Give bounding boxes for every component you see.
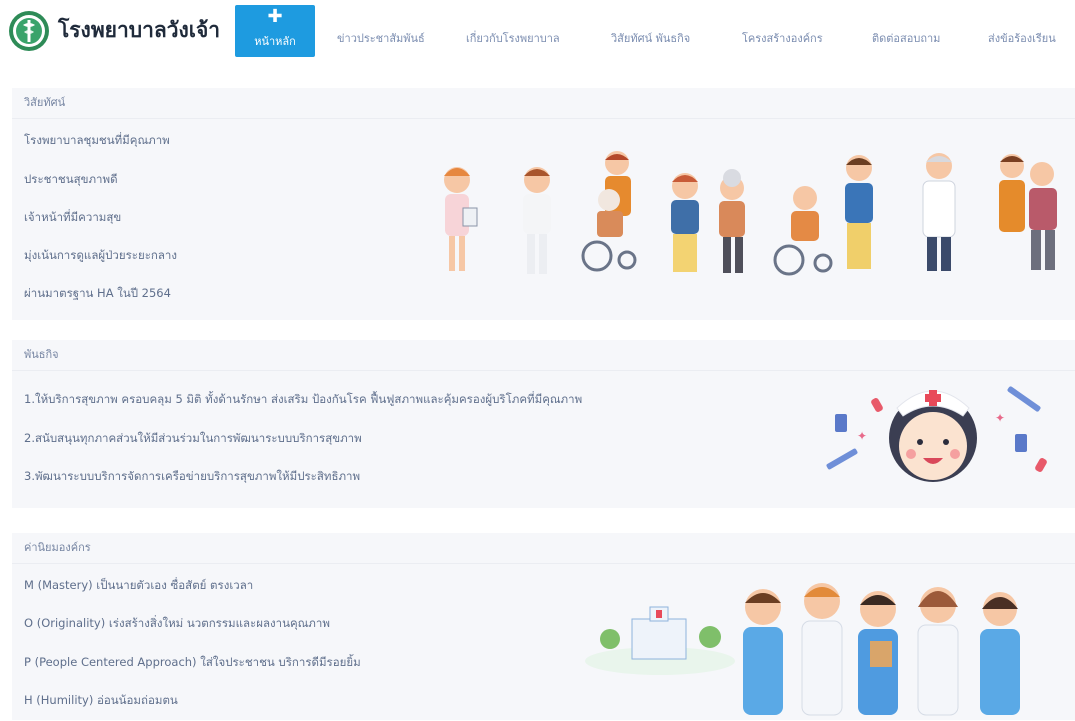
nav-home-label: หน้าหลัก	[254, 35, 296, 48]
vision-item: มุ่งเน้นการดูแลผู้ป่วยระยะกลาง	[24, 248, 177, 262]
mission-item: 2.สนับสนุนทุกภาคส่วนให้มีส่วนร่วมในการพั…	[24, 431, 362, 445]
value-item: P (People Centered Approach) ใส่ใจประชาช…	[24, 655, 361, 669]
vision-section: วิสัยทัศน์ โรงพยาบาลชุมชนที่มีคุณภาพ ประ…	[12, 88, 1075, 320]
mission-item: 3.พัฒนาระบบบริการจัดการเครือข่ายบริการสุ…	[24, 469, 361, 483]
value-item: M (Mastery) เป็นนายตัวเอง ซื่อสัตย์ ตรงเ…	[24, 578, 254, 592]
value-item: O (Originality) เร่งสร้างสิ่งใหม่ นวตกรร…	[24, 616, 330, 630]
value-item: H (Humility) อ่อนน้อมถ่อมตน	[24, 693, 178, 707]
vision-item: ประชาชนสุขภาพดี	[24, 172, 118, 186]
healthcare-people-illustration	[427, 148, 1067, 287]
nurse-face-illustration: ✦ ✦	[815, 376, 1050, 498]
nav-news[interactable]: ข่าวประชาสัมพันธ์	[337, 29, 425, 47]
mission-section: พันธกิจ 1.ให้บริการสุขภาพ ครอบคลุม 5 มิต…	[12, 340, 1075, 508]
nav-about[interactable]: เกี่ยวกับโรงพยาบาล	[466, 29, 560, 47]
svg-text:✦: ✦	[857, 429, 867, 443]
mission-heading: พันธกิจ	[12, 340, 1075, 371]
nav-home-button[interactable]: ✚ หน้าหลัก	[235, 5, 315, 57]
site-header: โรงพยาบาลวังเจ้า ✚ หน้าหลัก ข่าวประชาสัม…	[0, 0, 1075, 74]
nav-organization[interactable]: โครงสร้างองค์กร	[742, 29, 823, 47]
nav-complaint[interactable]: ส่งข้อร้องเรียน	[988, 29, 1056, 47]
svg-text:✦: ✦	[995, 411, 1005, 425]
values-heading: ค่านิยมองค์กร	[12, 533, 1075, 564]
vision-heading: วิสัยทัศน์	[12, 88, 1075, 119]
nav-vision-mission[interactable]: วิสัยทัศน์ พันธกิจ	[611, 29, 690, 47]
ministry-logo-icon[interactable]	[8, 10, 50, 52]
vision-item: โรงพยาบาลชุมชนที่มีคุณภาพ	[24, 133, 170, 147]
nav-contact[interactable]: ติดต่อสอบถาม	[872, 29, 940, 47]
vision-item: ผ่านมาตรฐาน HA ในปี 2564	[24, 286, 171, 300]
medical-team-illustration	[580, 579, 1060, 721]
mission-item: 1.ให้บริการสุขภาพ ครอบคลุม 5 มิติ ทั้งด้…	[24, 392, 583, 406]
vision-item: เจ้าหน้าที่มีความสุข	[24, 210, 122, 224]
site-title[interactable]: โรงพยาบาลวังเจ้า	[58, 14, 220, 47]
plus-icon: ✚	[267, 6, 283, 27]
values-section: ค่านิยมองค์กร M (Mastery) เป็นนายตัวเอง …	[12, 533, 1075, 720]
